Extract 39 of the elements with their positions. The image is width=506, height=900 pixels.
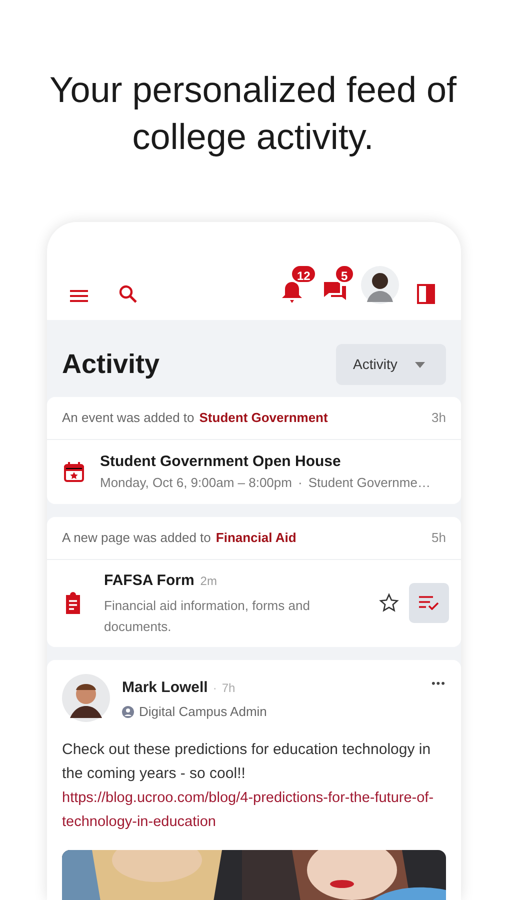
separator-dot: · xyxy=(212,680,217,697)
filter-dropdown[interactable]: Activity xyxy=(336,344,446,385)
menu-icon[interactable] xyxy=(69,288,89,304)
caret-icon xyxy=(415,362,426,368)
clipboard-icon xyxy=(64,592,82,614)
page-title-link[interactable]: FAFSA Form xyxy=(104,570,194,592)
activity-summary: An event was added to xyxy=(62,409,194,428)
avatar[interactable] xyxy=(361,266,399,304)
author-role: Digital Campus Admin xyxy=(139,703,267,721)
timestamp: 3h xyxy=(432,409,446,428)
checklist-icon xyxy=(419,596,439,610)
notification-badge: 12 xyxy=(290,264,318,284)
headline: Your personalized feed of college activity. xyxy=(48,68,458,159)
separator-dot: · xyxy=(298,474,302,492)
checklist-button[interactable] xyxy=(409,583,449,624)
message-badge: 5 xyxy=(334,264,355,284)
activity-summary: A new page was added to xyxy=(62,529,211,548)
post-time: 7h xyxy=(222,680,236,697)
calendar-icon xyxy=(64,462,84,482)
page-description: Financial aid information, forms and documents. xyxy=(104,596,311,636)
group-link[interactable]: Financial Aid xyxy=(216,528,296,548)
chat-icon[interactable] xyxy=(323,280,347,302)
page-age: 2m xyxy=(200,573,217,590)
search-icon[interactable] xyxy=(118,284,138,304)
event-location: Student Governme… xyxy=(308,474,430,492)
post-text: Check out these predictions for education technology in the coming years - so cool!! xyxy=(62,740,432,784)
more-button[interactable]: ••• xyxy=(431,676,446,692)
event-title[interactable]: Student Government Open House xyxy=(100,451,430,473)
panel-icon[interactable] xyxy=(417,284,435,304)
author-name[interactable]: Mark Lowell xyxy=(122,676,208,699)
post-link[interactable]: https://blog.ucroo.com/blog/4-predictions-for-the-future-of-technology-in-education xyxy=(62,786,434,834)
page-title: Activity xyxy=(62,348,160,382)
star-icon[interactable] xyxy=(379,593,399,614)
group-link[interactable]: Student Government xyxy=(199,408,328,428)
timestamp: 5h xyxy=(432,529,446,548)
event-time: Monday, Oct 6, 9:00am – 8:00pm xyxy=(100,474,292,492)
author-avatar[interactable] xyxy=(62,674,110,722)
bell-icon[interactable] xyxy=(281,280,303,304)
person-icon xyxy=(122,706,134,718)
